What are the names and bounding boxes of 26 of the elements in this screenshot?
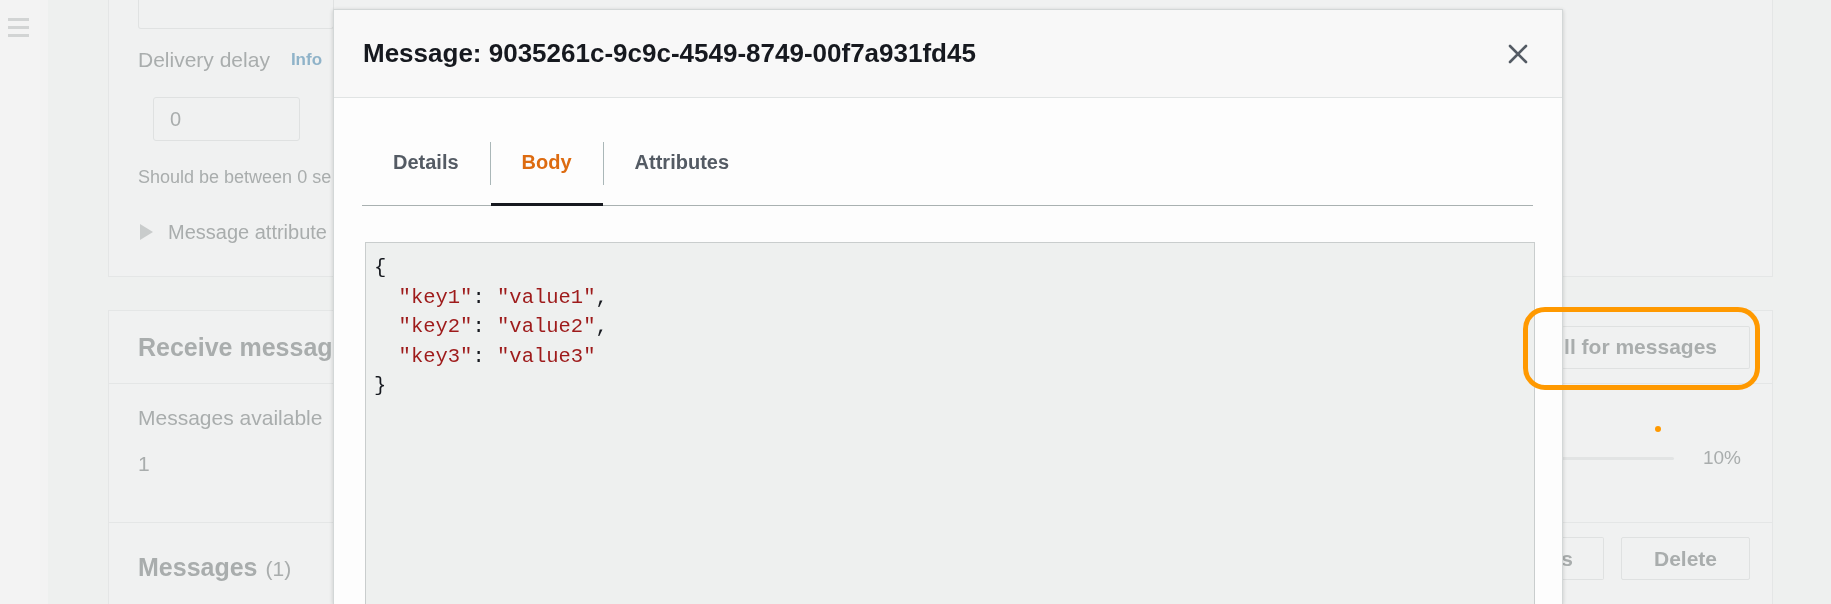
tab[interactable]: Attributes	[603, 121, 761, 206]
tab[interactable]: Details	[362, 121, 490, 206]
action-button[interactable]: s	[1561, 537, 1604, 580]
progress-reading: 10%	[1702, 446, 1741, 470]
dot-icon	[1655, 426, 1661, 432]
message-count: (1)	[265, 557, 292, 581]
field-label: Messages available	[138, 406, 323, 430]
close-icon	[1508, 43, 1528, 64]
code-line: "key1": "value1",	[397, 284, 608, 311]
code-line: }	[374, 373, 387, 399]
action-button[interactable]: Delete	[1620, 537, 1750, 580]
dialog-title: Message: 9035261c-9c9c-4549-8749-00f7a931fd45	[363, 38, 976, 69]
attributes-toggle[interactable]: Message attribute	[140, 220, 327, 244]
menu-icon[interactable]	[8, 18, 29, 37]
poll-button[interactable]: ll for messages	[1562, 325, 1750, 369]
code-line: "key2": "value2",	[397, 314, 608, 340]
delay-input[interactable]: 0	[153, 97, 300, 141]
hint-text: Should be between 0 se	[138, 166, 332, 188]
panel-title: Receive messag	[138, 332, 333, 362]
panel-title: Messages	[138, 552, 258, 582]
code-line: "key3": "value3"	[397, 343, 596, 370]
code-line: {	[374, 255, 387, 281]
field-label: Delivery delay	[138, 48, 270, 72]
field-value: 1	[138, 452, 151, 476]
info-link[interactable]: Info	[290, 48, 323, 72]
close-button[interactable]	[1508, 43, 1528, 64]
